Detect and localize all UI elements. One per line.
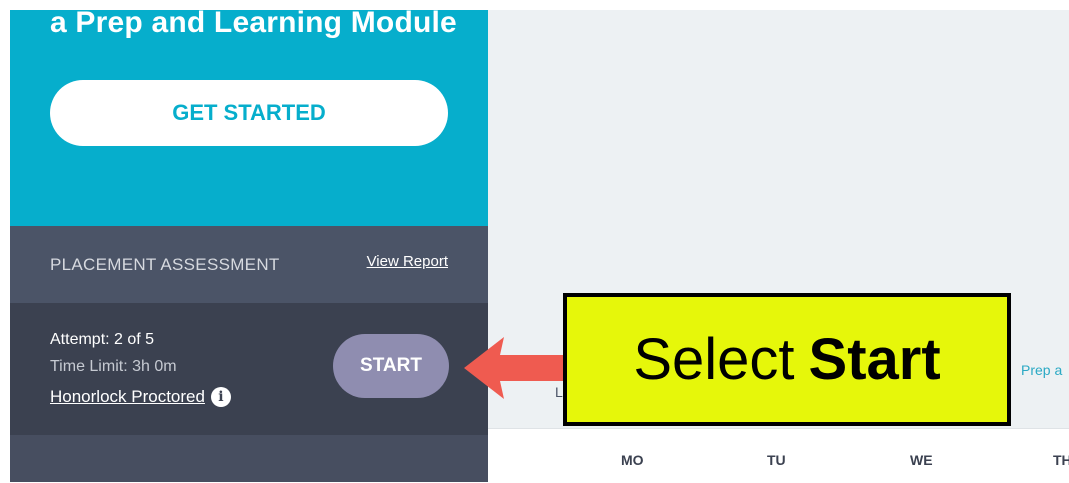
- module-hero: a Prep and Learning Module GET STARTED: [10, 6, 488, 226]
- placement-assessment-header: PLACEMENT ASSESSMENT View Report: [10, 226, 488, 303]
- view-report-link[interactable]: View Report: [367, 253, 448, 270]
- day-we: WE: [910, 452, 933, 468]
- placement-assessment-title: PLACEMENT ASSESSMENT: [50, 255, 280, 274]
- start-button[interactable]: START: [333, 334, 449, 398]
- prep-link-snippet[interactable]: Prep a: [1021, 362, 1062, 378]
- day-th: TH: [1053, 452, 1069, 468]
- get-started-button[interactable]: GET STARTED: [50, 80, 448, 146]
- sidebar-bottom-panel: [10, 435, 488, 482]
- info-icon[interactable]: i: [210, 387, 231, 407]
- honorlock-row: Honorlock Proctored i: [50, 387, 231, 407]
- arrow-left-icon: [464, 337, 570, 399]
- day-mo: MO: [621, 452, 644, 468]
- select-start-callout: Select Start: [563, 293, 1011, 426]
- time-limit: Time Limit: 3h 0m: [50, 358, 177, 375]
- callout-text: Select: [633, 327, 795, 392]
- callout-text-bold: Start: [808, 327, 941, 392]
- left-margin: [0, 0, 10, 482]
- hero-title: a Prep and Learning Module: [50, 6, 457, 39]
- day-tu: TU: [767, 452, 786, 468]
- attempt-count: Attempt: 2 of 5: [50, 331, 155, 348]
- honorlock-proctored-link[interactable]: Honorlock Proctored: [50, 387, 205, 407]
- attempt-panel: Attempt: 2 of 5 Time Limit: 3h 0m Honorl…: [10, 303, 488, 435]
